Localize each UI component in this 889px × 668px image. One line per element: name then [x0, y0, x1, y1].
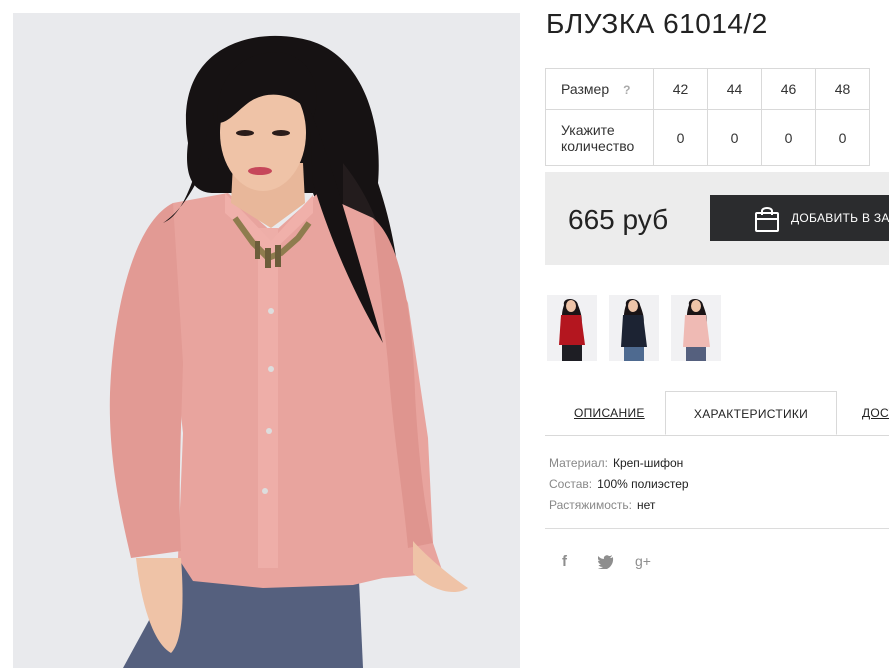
- specifications: Материал: Креп-шифон Состав: 100% полиэсте…: [549, 453, 689, 516]
- add-to-cart-label: ДОБАВИТЬ В ЗАКАЗ: [791, 211, 889, 225]
- quantity-input-48[interactable]: 0: [815, 109, 870, 166]
- section-divider: [545, 528, 889, 529]
- spec-key: Растяжимость:: [549, 498, 633, 512]
- size-quantity-table: Размер? 42 44 46 48 Укажите количество 0…: [545, 68, 870, 166]
- quantity-input-46[interactable]: 0: [761, 109, 816, 166]
- product-price: 665 руб: [568, 204, 669, 235]
- spec-value: нет: [637, 498, 656, 512]
- size-48: 48: [815, 68, 870, 110]
- thumbnail-red[interactable]: [547, 295, 597, 361]
- shopping-bag-icon: [755, 207, 779, 232]
- tab-characteristics[interactable]: ХАРАКТЕРИСТИКИ: [665, 391, 837, 435]
- spec-key: Состав:: [549, 477, 593, 491]
- quantity-row: Укажите количество 0 0 0 0: [545, 109, 870, 166]
- spec-value: Креп-шифон: [612, 456, 684, 470]
- thumbnail-pink-image: [671, 295, 721, 361]
- price-box: 665 руб ДОБАВИТЬ В ЗАКАЗ: [545, 172, 889, 265]
- add-to-cart-button[interactable]: ДОБАВИТЬ В ЗАКАЗ: [710, 195, 889, 241]
- spec-stretch: Растяжимость: нет: [549, 495, 689, 516]
- quantity-input-44[interactable]: 0: [707, 109, 762, 166]
- size-44: 44: [707, 68, 762, 110]
- google-plus-icon[interactable]: g+: [635, 553, 651, 569]
- thumbnail-red-image: [547, 295, 597, 361]
- product-title: БЛУЗКА 61014/2: [546, 8, 768, 39]
- quantity-label-line2: количество: [561, 137, 635, 154]
- spec-key: Материал:: [549, 456, 608, 470]
- size-46: 46: [761, 68, 816, 110]
- quantity-label-cell: Укажите количество: [545, 109, 654, 166]
- thumbnail-navy-image: [609, 295, 659, 361]
- spec-composition: Состав: 100% полиэстер: [549, 474, 689, 495]
- twitter-icon[interactable]: [598, 555, 614, 569]
- thumbnail-navy[interactable]: [609, 295, 659, 361]
- product-tabs: ОПИСАНИЕ ХАРАКТЕРИСТИКИ ДОСТАВКА: [545, 391, 889, 436]
- size-42: 42: [653, 68, 708, 110]
- size-row: Размер? 42 44 46 48: [545, 68, 870, 110]
- model-illustration: [13, 13, 520, 668]
- spec-material: Материал: Креп-шифон: [549, 453, 689, 474]
- thumbnail-pink[interactable]: [671, 295, 721, 361]
- spec-value: 100% полиэстер: [597, 477, 689, 491]
- quantity-label-line1: Укажите: [561, 121, 615, 138]
- quantity-input-42[interactable]: 0: [653, 109, 708, 166]
- tab-delivery[interactable]: ДОСТАВКА: [862, 391, 889, 435]
- size-help-icon[interactable]: ?: [623, 83, 630, 97]
- tab-description[interactable]: ОПИСАНИЕ: [574, 391, 645, 435]
- size-label-cell: Размер?: [545, 68, 654, 110]
- size-label: Размер: [561, 81, 610, 97]
- product-photo[interactable]: [13, 13, 520, 668]
- facebook-icon[interactable]: f: [562, 553, 567, 570]
